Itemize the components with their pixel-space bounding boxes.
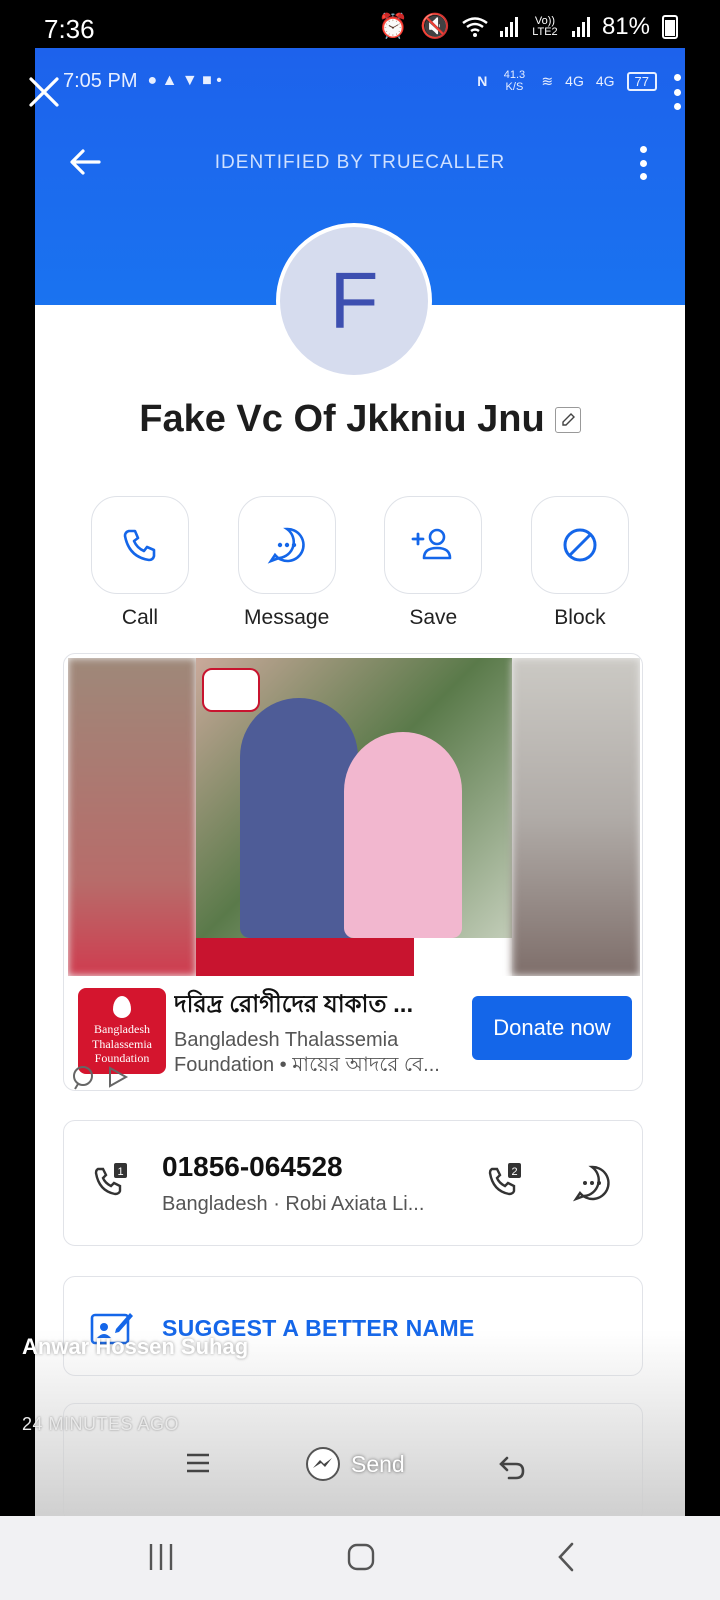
nfc-icon: N <box>477 73 488 89</box>
contact-name: Fake Vc Of Jkkniu Jnu <box>139 398 545 440</box>
speed-readout: 41.3 K/S <box>503 69 526 93</box>
send-label: Send <box>351 1450 405 1477</box>
notification-icons: ● ▲ ▼ ■ • <box>147 72 222 89</box>
call-circle[interactable] <box>91 496 189 594</box>
ad-photo-caption-band <box>196 938 512 976</box>
ad-image-blur-left <box>68 658 196 976</box>
lte-label: Vo)) LTE2 <box>532 14 558 38</box>
story-screenshot: 7:05 PM ● ▲ ▼ ■ • N 41.3 K/S ≋ 4G 4G 77 … <box>35 48 685 1516</box>
phone-icon <box>123 529 156 562</box>
ad-image[interactable] <box>68 658 640 976</box>
ad-subtitle: Bangladesh Thalassemia Foundation • মায়… <box>174 1029 440 1076</box>
ad-play-icon[interactable] <box>106 1064 130 1090</box>
recent-apps-icon[interactable] <box>146 1540 176 1574</box>
sim1-badge: 1 <box>117 1166 123 1178</box>
battery-icon <box>662 14 678 39</box>
block-label: Block <box>554 606 606 629</box>
alarm-icon: ⏰ <box>378 13 409 40</box>
screenshot-clock: 7:05 PM ● ▲ ▼ ■ • <box>63 70 222 93</box>
ad-photo-girl <box>344 732 462 938</box>
signal-icon-2 <box>571 16 590 37</box>
carrier-info: Bangladesh · Robi Axiata Li... <box>162 1193 425 1215</box>
mute-icon: 🔇 <box>420 13 450 40</box>
zakat-logo <box>202 668 260 712</box>
wifi-icon-small: ≋ <box>541 72 554 89</box>
device-clock: 7:36 <box>44 14 95 44</box>
story-action-bar: Send <box>35 1430 685 1516</box>
message-button[interactable]: Message <box>232 496 342 636</box>
message-circle[interactable] <box>237 496 336 594</box>
phone-number[interactable]: 01856-064528 <box>162 1151 343 1183</box>
overflow-menu-icon[interactable] <box>637 146 649 180</box>
logo-text-1: Bangladesh <box>94 1022 150 1037</box>
app-bar: IDENTIFIED BY TRUECALLER <box>35 136 685 192</box>
net-label-2: 4G <box>595 73 615 89</box>
logo-text-2: Thalassemia <box>92 1036 152 1051</box>
back-nav-icon[interactable] <box>552 1540 582 1574</box>
ad-photo-caption-red <box>196 938 414 976</box>
screenshot-status-icons: N 41.3 K/S ≋ 4G 4G 77 <box>477 69 657 93</box>
action-row: Call Message Save Block <box>85 496 635 636</box>
ad-photo <box>196 658 512 976</box>
thalassemia-foundation-logo[interactable]: Bangladesh Thalassemia Foundation <box>78 988 166 1074</box>
contact-name-row: Fake Vc Of Jkkniu Jnu <box>35 398 685 441</box>
ad-photo-woman <box>240 698 358 938</box>
save-label: Save <box>409 606 458 629</box>
blood-drop-icon <box>113 996 131 1019</box>
reply-icon[interactable] <box>497 1452 527 1482</box>
sponsored-ad[interactable]: Bangladesh Thalassemia Foundation দরিদ্র… <box>63 653 643 1091</box>
pencil-icon[interactable] <box>554 406 581 433</box>
story-sender-name[interactable]: Anwar Hossen Suhag <box>22 1334 248 1360</box>
add-person-icon <box>411 528 452 560</box>
ad-image-blur-right <box>512 658 640 976</box>
call-sim1-icon[interactable]: 1 <box>92 1161 132 1201</box>
block-circle[interactable] <box>530 496 629 594</box>
device-status-icons: ⏰ 🔇 Vo)) LTE2 81% <box>378 12 678 41</box>
sim2-badge: 2 <box>511 1166 517 1178</box>
signal-icon <box>499 16 518 37</box>
message-label: Message <box>244 606 330 629</box>
ad-choices[interactable] <box>70 1064 130 1090</box>
messenger-icon <box>306 1447 340 1481</box>
save-circle[interactable] <box>384 496 483 594</box>
story-more-icon[interactable] <box>672 74 682 110</box>
call-label: Call <box>121 606 159 629</box>
block-button[interactable]: Block <box>525 496 635 636</box>
call-sim2-icon[interactable]: 2 <box>486 1161 526 1201</box>
avatar: F <box>276 223 432 379</box>
block-icon <box>563 528 597 562</box>
ad-title[interactable]: দরিদ্র রোগীদের যাকাত ... <box>174 986 464 1026</box>
save-button[interactable]: Save <box>378 496 488 636</box>
screen: 7:36 ⏰ 🔇 Vo)) LTE2 81% 7:05 PM ● ▲ ▼ ■ •… <box>0 0 720 1600</box>
net-label-1: 4G <box>565 73 584 89</box>
close-icon[interactable] <box>26 74 62 110</box>
screenshot-time: 7:05 PM <box>63 69 138 92</box>
call-button[interactable]: Call <box>85 496 195 636</box>
home-icon[interactable] <box>346 1540 376 1574</box>
app-bar-title: IDENTIFIED BY TRUECALLER <box>214 152 506 173</box>
donate-now-button[interactable]: Donate now <box>472 996 632 1060</box>
send-button[interactable]: Send <box>305 1446 405 1482</box>
screenshot-battery: 77 <box>626 71 657 91</box>
system-nav-bar <box>0 1516 720 1600</box>
sms-icon[interactable] <box>572 1163 612 1203</box>
chat-bubble-icon <box>267 527 305 564</box>
ad-info-icon[interactable] <box>70 1064 96 1090</box>
ad-footer: Bangladesh Thalassemia Foundation দরিদ্র… <box>64 976 642 1090</box>
screenshot-status-bar: 7:05 PM ● ▲ ▼ ■ • N 41.3 K/S ≋ 4G 4G 77 <box>63 66 657 96</box>
battery-percent: 81% <box>601 12 650 40</box>
menu-icon[interactable] <box>185 1450 211 1476</box>
phone-number-card[interactable]: 1 01856-064528 Bangladesh · Robi Axiata … <box>63 1120 643 1246</box>
wifi-icon <box>462 16 488 37</box>
